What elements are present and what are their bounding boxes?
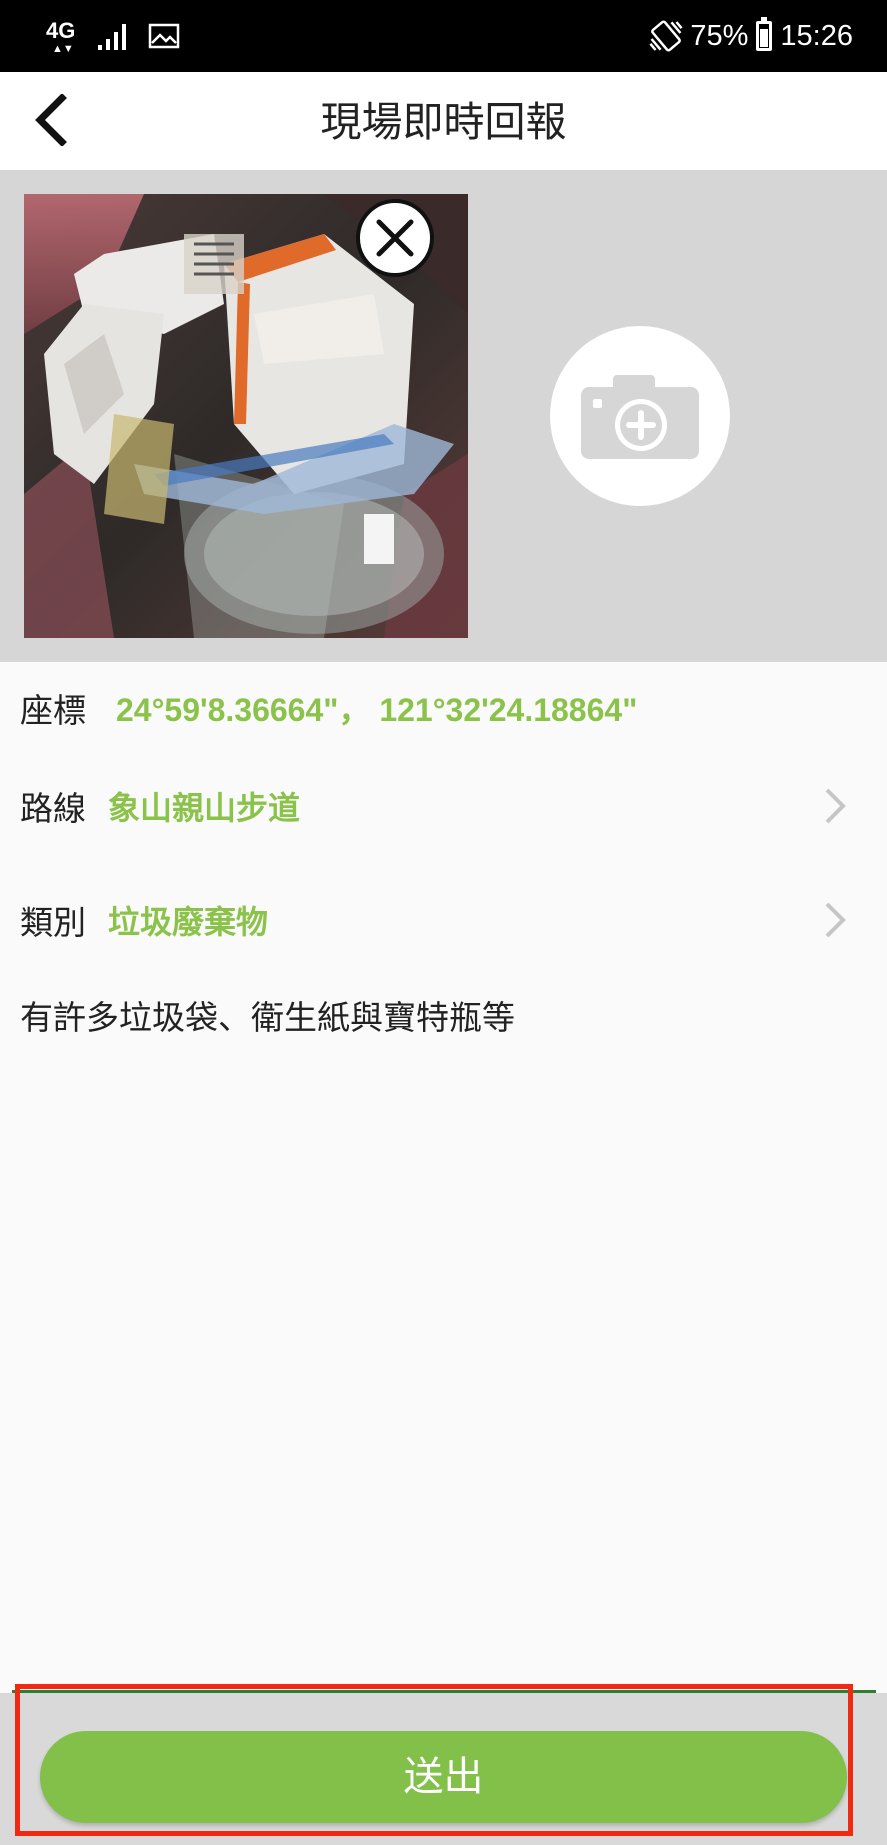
coordinates-row: 座標 24°59'8.36664"， 121°32'24.18864" [20,682,887,734]
route-value: 象山親山步道 [108,790,301,826]
close-circle-icon [356,199,434,277]
submit-button[interactable]: 送出 [40,1731,847,1823]
clock: 15:26 [780,20,853,52]
network-indicator: 4G ▲▼ [46,16,78,56]
description-field[interactable]: 有許多垃圾袋、衛生紙與寶特瓶等 [20,992,515,1044]
network-type: 4G [46,18,76,43]
coordinates-value: 24°59'8.36664"， 121°32'24.18864" [116,692,638,728]
route-row[interactable]: 路線 象山親山步道 [20,780,887,832]
page-title: 現場即時回報 [320,98,567,146]
add-photo-button[interactable] [550,326,730,506]
remove-photo-button[interactable] [355,198,435,278]
submit-bar: 送出 [0,1693,887,1845]
coordinates-label: 座標 [20,691,86,730]
status-bar: 4G ▲▼ 75% 15:26 [0,0,887,72]
chevron-right-icon [825,788,846,824]
battery-percent: 75% [690,20,749,52]
chevron-right-icon [825,902,846,938]
category-label: 類別 [20,903,86,942]
app-header: 現場即時回報 [0,72,887,170]
category-row[interactable]: 類別 垃圾廢棄物 [20,894,887,946]
camera-plus-icon [581,375,699,459]
category-value: 垃圾廢棄物 [108,904,269,940]
route-label: 路線 [20,789,86,828]
status-right: 75% 15:26 [648,16,853,56]
signal-icon [98,24,126,50]
battery-icon [756,17,773,51]
gallery-icon [148,23,180,49]
vibrate-icon [649,20,683,52]
network-arrows: ▲▼ [52,43,74,55]
photo-section [0,170,887,662]
status-left: 4G ▲▼ [46,16,180,56]
